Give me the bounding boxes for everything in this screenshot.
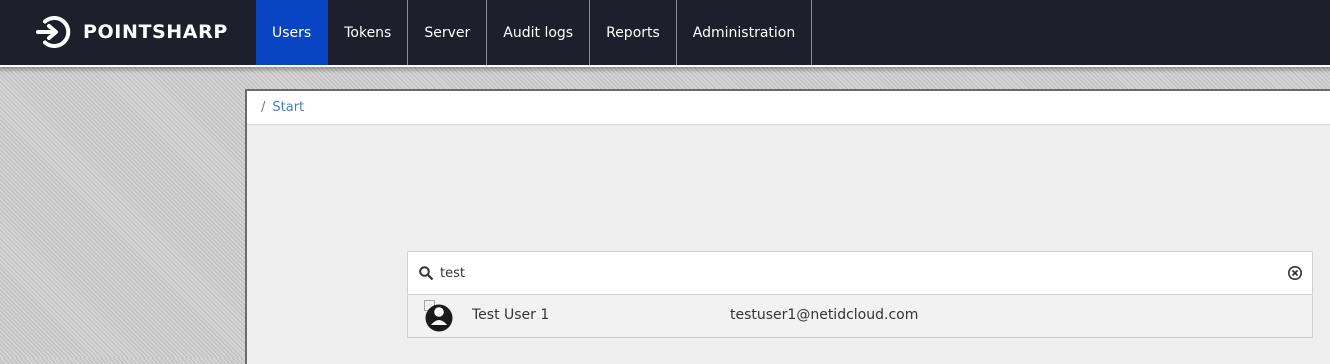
nav-tab-tokens[interactable]: Tokens	[328, 0, 409, 65]
nav-tab-reports[interactable]: Reports	[590, 0, 677, 65]
navbar-shadow	[0, 67, 1330, 73]
top-navbar: POINTSHARP Users Tokens Server Audit log…	[0, 0, 1330, 67]
search-icon	[419, 266, 433, 285]
search-input[interactable]	[440, 260, 1270, 286]
search-result-row[interactable]: Test User 1 testuser1@netidcloud.com	[407, 295, 1313, 338]
pointsharp-logo[interactable]: POINTSHARP	[36, 14, 228, 50]
breadcrumb-separator: /	[261, 100, 266, 115]
breadcrumb: / Start	[247, 91, 1330, 125]
user-search-box[interactable]	[407, 251, 1313, 295]
result-user-email: testuser1@netidcloud.com	[730, 307, 919, 323]
clear-search-icon[interactable]	[1287, 265, 1303, 286]
breadcrumb-start-link[interactable]: Start	[272, 100, 304, 115]
pointsharp-logo-icon	[36, 16, 71, 48]
main-nav: Users Tokens Server Audit logs Reports A…	[256, 0, 813, 65]
nav-tab-audit-logs[interactable]: Audit logs	[487, 0, 591, 65]
nav-tab-administration[interactable]: Administration	[677, 0, 813, 65]
nav-tab-server[interactable]: Server	[408, 0, 488, 65]
nav-tab-users[interactable]: Users	[256, 0, 329, 65]
result-user-name: Test User 1	[472, 307, 550, 323]
user-avatar-icon	[424, 300, 454, 337]
main-panel: / Start Test User 1	[245, 89, 1330, 364]
logo-text: POINTSHARP	[83, 21, 228, 43]
